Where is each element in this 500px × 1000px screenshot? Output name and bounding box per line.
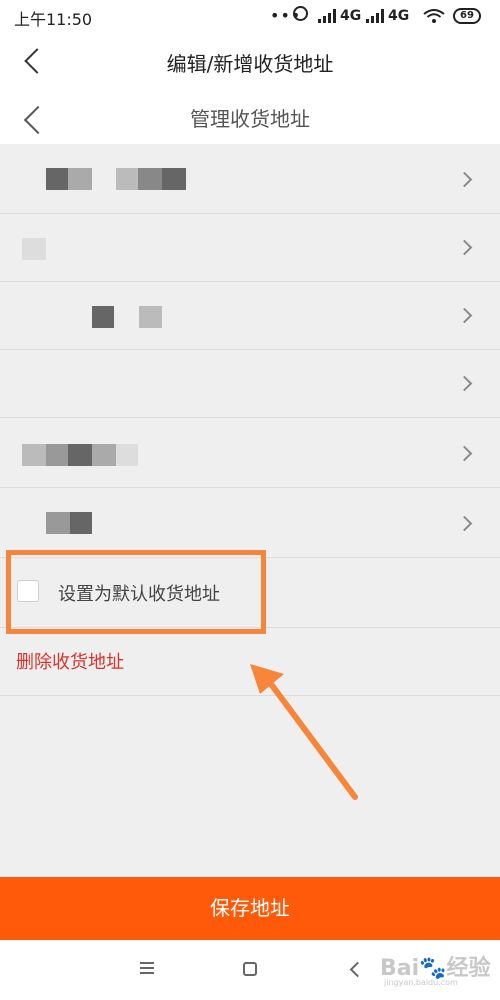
redacted-block	[92, 306, 114, 328]
watermark-sub: jingyan.baidu.com	[384, 978, 458, 987]
menu-icon[interactable]	[140, 962, 154, 974]
redacted-block	[116, 444, 138, 466]
network-label-2: 4G	[388, 8, 410, 24]
redacted-block	[68, 168, 92, 190]
address-field-row[interactable]	[0, 490, 500, 558]
signal-icon-2	[366, 9, 384, 23]
redacted-block	[46, 444, 68, 466]
address-field-row[interactable]	[0, 350, 500, 418]
sub-bar: 管理收货地址	[0, 88, 500, 144]
save-address-button[interactable]: 保存地址	[0, 877, 500, 940]
address-field-row[interactable]	[0, 214, 500, 282]
redacted-block	[92, 444, 116, 466]
page-title: 编辑/新增收货地址	[166, 52, 334, 76]
network-label-1: 4G	[340, 8, 362, 24]
highlight-box	[6, 550, 266, 634]
redacted-block	[46, 168, 68, 190]
chevron-right-icon	[456, 239, 473, 256]
redacted-block	[116, 168, 138, 190]
redacted-block	[162, 168, 186, 190]
delete-address-link[interactable]: 删除收货地址	[16, 648, 124, 674]
redacted-block	[46, 512, 70, 534]
signal-icon	[318, 9, 336, 23]
redacted-block	[138, 168, 162, 190]
chevron-right-icon	[456, 375, 473, 392]
address-field-row[interactable]	[0, 420, 500, 488]
status-time: 上午11:50	[14, 10, 93, 29]
annotation-arrow-icon	[250, 664, 358, 800]
top-bar: 编辑/新增收货地址	[0, 34, 500, 88]
redacted-block	[70, 512, 92, 534]
alarm-icon	[293, 6, 308, 21]
home-icon[interactable]	[243, 962, 257, 976]
chevron-right-icon	[456, 307, 473, 324]
address-field-row[interactable]	[0, 146, 500, 214]
wifi-icon	[423, 9, 445, 23]
chevron-right-icon	[456, 171, 473, 188]
chevron-right-icon	[456, 515, 473, 532]
sub-title: 管理收货地址	[190, 107, 310, 131]
battery-icon: 69	[453, 8, 481, 24]
redacted-block	[22, 238, 46, 260]
address-field-row[interactable]	[0, 282, 500, 350]
redacted-block	[22, 444, 46, 466]
redacted-block	[139, 306, 162, 328]
chevron-right-icon	[456, 445, 473, 462]
redacted-block	[68, 444, 92, 466]
